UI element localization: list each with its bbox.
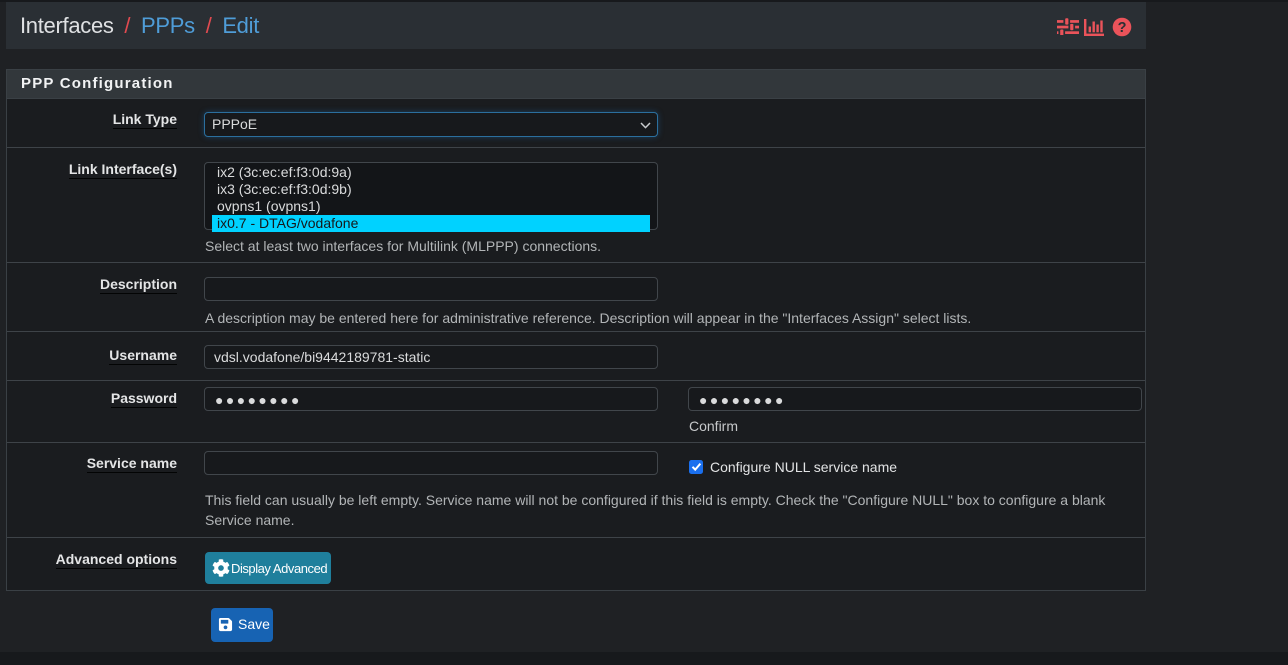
svg-text:?: ?	[1118, 20, 1127, 36]
